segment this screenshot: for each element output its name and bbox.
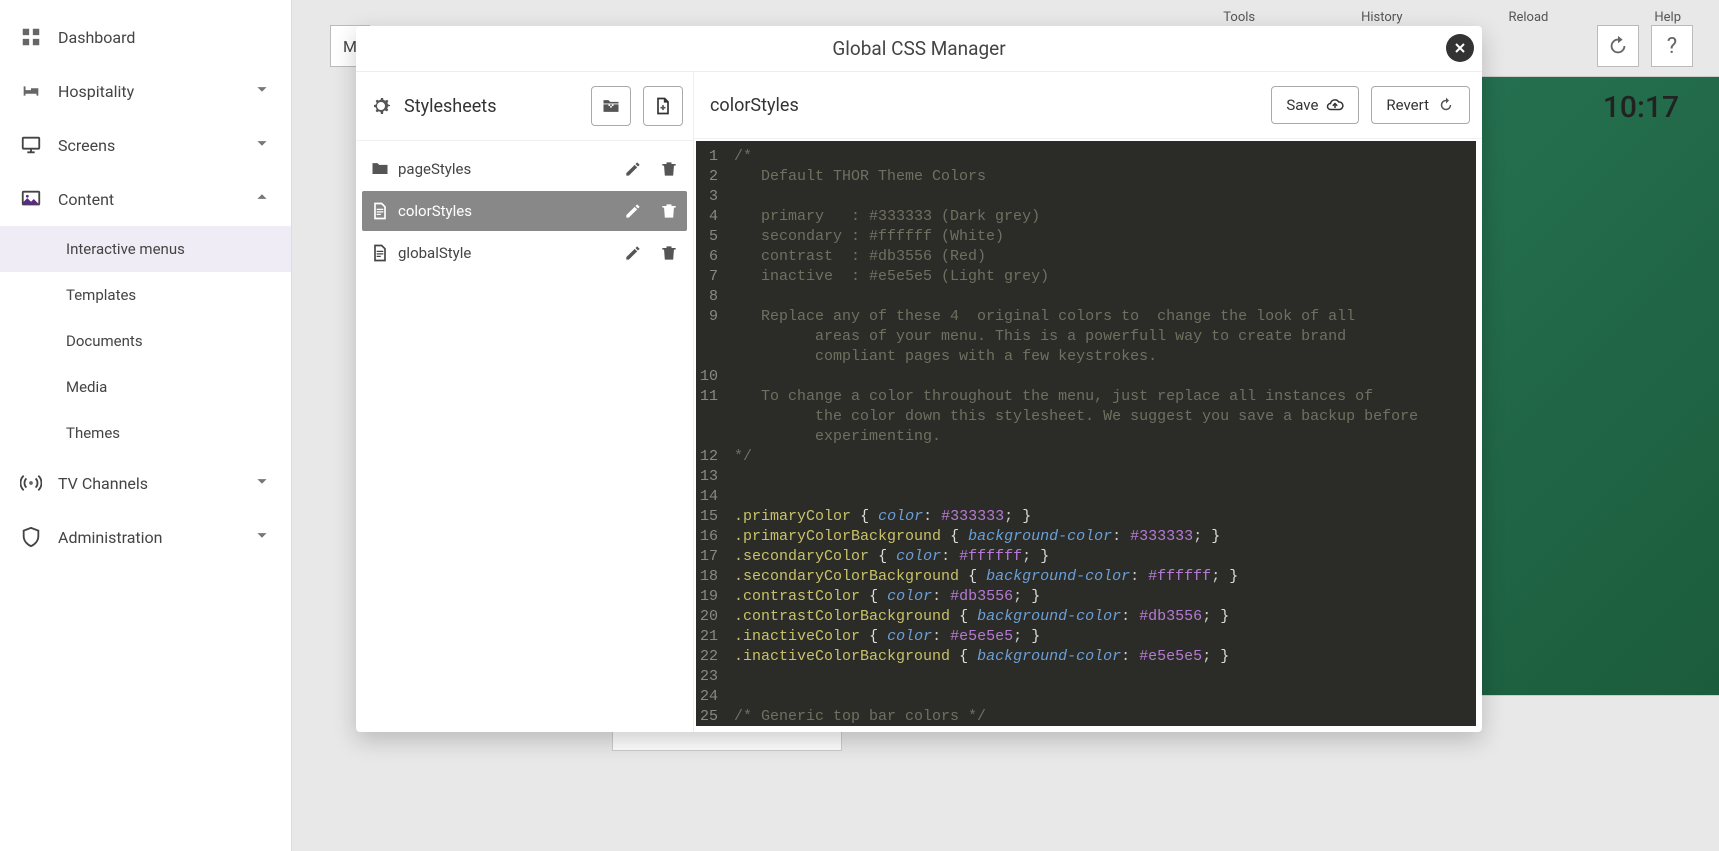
reload-button[interactable]: [1597, 25, 1639, 67]
folder-icon: [370, 159, 390, 179]
reload-icon: [1607, 35, 1629, 57]
stylesheet-name: globalStyle: [398, 244, 471, 262]
nav-item-screens[interactable]: Screens: [0, 118, 291, 172]
nav-label: Administration: [58, 528, 163, 547]
nav-item-tv-channels[interactable]: TV Channels: [0, 456, 291, 510]
chevron-down-icon: [251, 524, 273, 550]
bed-icon: [18, 78, 44, 104]
image-icon: [18, 186, 44, 212]
revert-icon: [1437, 96, 1455, 114]
chevron-down-icon: [251, 470, 273, 496]
modal-title-text: Global CSS Manager: [832, 37, 1005, 60]
nav-item-content[interactable]: Content: [0, 172, 291, 226]
save-button[interactable]: Save: [1271, 86, 1359, 124]
revert-button[interactable]: Revert: [1371, 86, 1470, 124]
trash-icon[interactable]: [659, 243, 679, 263]
new-file-button[interactable]: [643, 86, 683, 126]
folder-plus-icon: [601, 96, 621, 116]
stylesheets-title: Stylesheets: [404, 96, 591, 117]
nav-label: Screens: [58, 136, 115, 155]
close-icon: [1452, 40, 1468, 56]
stylesheet-name: pageStyles: [398, 160, 471, 178]
edit-icon[interactable]: [623, 159, 643, 179]
chevron-down-icon: [251, 78, 273, 104]
gear-icon: [369, 94, 393, 118]
trash-icon[interactable]: [659, 201, 679, 221]
file-icon: [370, 243, 390, 263]
nav-label: Hospitality: [58, 82, 134, 101]
sub-item-templates[interactable]: Templates: [0, 272, 291, 318]
code-editor[interactable]: 1234567891011121314151617181920212223242…: [696, 141, 1476, 726]
shield-icon: [18, 524, 44, 550]
nav-item-administration[interactable]: Administration: [0, 510, 291, 564]
nav-label: Content: [58, 190, 114, 209]
line-gutter: 1234567891011121314151617181920212223242…: [696, 141, 726, 726]
antenna-icon: [18, 470, 44, 496]
settings-button[interactable]: [360, 94, 402, 118]
modal-titlebar: Global CSS Manager: [356, 26, 1482, 72]
sidebar: Dashboard Hospitality Screens Content Intera…: [0, 0, 292, 851]
nav-label: TV Channels: [58, 474, 148, 493]
editor-panel: colorStyles Save Revert 1234567891011121…: [694, 72, 1482, 732]
chevron-up-icon: [251, 186, 273, 212]
nav-item-dashboard[interactable]: Dashboard: [0, 10, 291, 64]
new-folder-button[interactable]: [591, 86, 631, 126]
sub-item-documents[interactable]: Documents: [0, 318, 291, 364]
file-icon: [370, 201, 390, 221]
stylesheets-panel: Stylesheets pageStyles colorStyles globalS…: [356, 72, 694, 732]
current-file-name: colorStyles: [710, 95, 799, 116]
help-icon: ?: [1667, 34, 1677, 59]
sub-item-interactive-menus[interactable]: Interactive menus: [0, 226, 291, 272]
nav-label: Dashboard: [58, 28, 135, 47]
trash-icon[interactable]: [659, 159, 679, 179]
stylesheet-item-colorStyles[interactable]: colorStyles: [362, 191, 687, 231]
code-lines: /* Default THOR Theme Colors primary : #…: [726, 141, 1476, 726]
sub-item-themes[interactable]: Themes: [0, 410, 291, 456]
nav-item-hospitality[interactable]: Hospitality: [0, 64, 291, 118]
sub-item-media[interactable]: Media: [0, 364, 291, 410]
stylesheet-item-pageStyles[interactable]: pageStyles: [362, 149, 687, 189]
dashboard-icon: [18, 24, 44, 50]
stylesheet-name: colorStyles: [398, 202, 472, 220]
edit-icon[interactable]: [623, 243, 643, 263]
save-label: Save: [1286, 96, 1318, 114]
edit-icon[interactable]: [623, 201, 643, 221]
css-manager-modal: Global CSS Manager Stylesheets pageStyle…: [356, 26, 1482, 732]
stylesheet-list: pageStyles colorStyles globalStyle: [356, 141, 693, 281]
modal-close-button[interactable]: [1446, 34, 1474, 62]
file-plus-icon: [653, 96, 673, 116]
cloud-save-icon: [1326, 96, 1344, 114]
revert-label: Revert: [1386, 96, 1429, 114]
monitor-icon: [18, 132, 44, 158]
help-button[interactable]: ?: [1651, 25, 1693, 67]
chevron-down-icon: [251, 132, 273, 158]
stylesheet-item-globalStyle[interactable]: globalStyle: [362, 233, 687, 273]
clock-display: 10:17: [1603, 90, 1679, 125]
